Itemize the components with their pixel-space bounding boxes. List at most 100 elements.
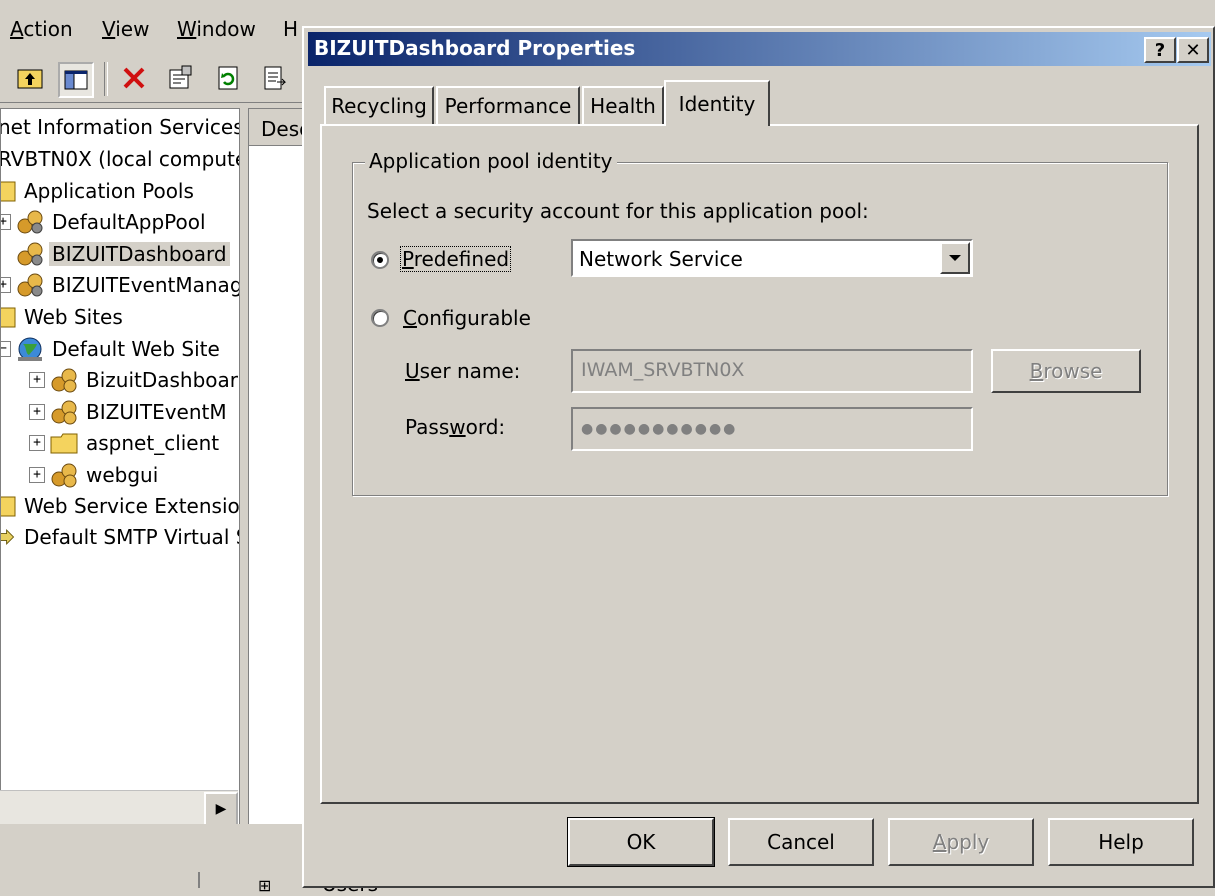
column-header[interactable]: Desc: [249, 109, 309, 146]
groupbox-title: Application pool identity: [365, 149, 617, 173]
configurable-label[interactable]: Configurable: [403, 306, 531, 330]
tree-label: BIZUITEventM: [86, 400, 227, 424]
expand-icon[interactable]: +: [29, 372, 45, 388]
tab-identity[interactable]: Identity: [664, 80, 770, 126]
refresh-icon[interactable]: [212, 62, 244, 94]
folder-icon: [50, 433, 78, 454]
tree-label: Default SMTP Virtual Se: [24, 525, 240, 549]
tree-item-default-web-site[interactable]: − Default Web Site: [1, 334, 223, 364]
collapse-icon[interactable]: −: [1, 341, 11, 357]
menu-action[interactable]: Action: [10, 17, 73, 41]
tree-label: BIZUITEventManag: [52, 273, 240, 297]
username-value: IWAM_SRVBTN0X: [581, 359, 745, 381]
app-pool-icon: [17, 273, 43, 297]
expand-icon[interactable]: +: [1, 214, 11, 230]
tree-item-aspnet-client[interactable]: + aspnet_client: [29, 428, 222, 458]
tree-item-web-sites[interactable]: Web Sites: [1, 302, 126, 332]
app-pool-icon: [17, 242, 43, 266]
username-field[interactable]: IWAM_SRVBTN0X: [571, 349, 973, 393]
globe-icon: [18, 337, 42, 361]
expand-icon[interactable]: +: [29, 435, 45, 451]
dialog-titlebar[interactable]: BIZUITDashboard Properties ? ✕: [308, 32, 1211, 66]
up-folder-icon[interactable]: [14, 62, 46, 94]
tree-label: Default Web Site: [52, 337, 220, 361]
username-label: User name:: [405, 359, 521, 383]
tree-label: DefaultAppPool: [52, 210, 206, 234]
delete-icon[interactable]: [118, 62, 150, 94]
predefined-account-value: Network Service: [579, 247, 743, 271]
properties-icon[interactable]: [164, 62, 196, 94]
scroll-right-arrow-icon[interactable]: ▶: [204, 792, 238, 826]
tree-label: BizuitDashboar: [86, 368, 239, 392]
tree-item-bizuit-dashboard[interactable]: BIZUITDashboard: [15, 239, 230, 269]
tree-label: net Information Services: [0, 115, 240, 139]
tree-label: Web Service Extension: [24, 494, 240, 518]
horizontal-scrollbar[interactable]: [0, 790, 238, 825]
menu-help[interactable]: H: [283, 17, 298, 41]
tree-item-bizuit-dashboard-site[interactable]: + BizuitDashboar: [29, 365, 239, 395]
tree-item-webgui[interactable]: + webgui: [29, 460, 161, 490]
tree-label: webgui: [86, 463, 159, 487]
browse-button[interactable]: Browse: [991, 349, 1141, 393]
partial-expander-icon: ⊞: [258, 876, 272, 895]
tree-pane: net Information Services RVBTN0X (local …: [0, 108, 240, 826]
tree-item-smtp[interactable]: Default SMTP Virtual Se: [1, 522, 240, 552]
properties-dialog: BIZUITDashboard Properties ? ✕ Recycling…: [302, 26, 1215, 888]
tree-label: Web Sites: [24, 305, 123, 329]
dialog-title: BIZUITDashboard Properties: [314, 36, 636, 60]
chevron-down-icon[interactable]: [940, 242, 970, 274]
tree-label: aspnet_client: [86, 431, 220, 455]
tab-health[interactable]: Health: [582, 86, 664, 124]
help-question-icon[interactable]: ?: [1144, 37, 1176, 63]
tree-item-app-pools[interactable]: Application Pools: [1, 176, 197, 206]
smtp-icon: [1, 529, 15, 545]
configurable-radio[interactable]: [371, 309, 389, 327]
tree-label: BIZUITDashboard: [49, 242, 230, 266]
app-pool-icon: [17, 210, 43, 234]
tree-item-default-app-pool[interactable]: + DefaultAppPool: [1, 207, 209, 237]
web-app-icon: [51, 463, 77, 488]
tab-recycling[interactable]: Recycling: [324, 86, 434, 124]
tab-panel-identity: Application pool identity Select a secur…: [320, 124, 1199, 804]
tree-item-web-service-ext[interactable]: Web Service Extension: [1, 491, 240, 521]
predefined-account-select[interactable]: Network Service: [571, 239, 973, 277]
predefined-label[interactable]: Predefined: [399, 246, 512, 272]
tree-label: RVBTN0X (local computer): [0, 147, 240, 171]
close-icon[interactable]: ✕: [1177, 37, 1209, 63]
menu-view[interactable]: View: [102, 17, 149, 41]
password-label: Password:: [405, 415, 506, 439]
apply-button[interactable]: Apply: [888, 818, 1034, 866]
password-field[interactable]: ●●●●●●●●●●●: [571, 407, 973, 451]
list-pane: Desc: [248, 108, 310, 826]
radio-dot: [377, 257, 383, 263]
folder-icon: [1, 307, 16, 328]
cancel-button[interactable]: Cancel: [728, 818, 874, 866]
folder-icon: [1, 181, 16, 202]
identity-groupbox: Application pool identity Select a secur…: [352, 149, 1168, 496]
predefined-radio[interactable]: [371, 251, 389, 269]
tab-performance[interactable]: Performance: [436, 86, 580, 124]
tree-item-bizuit-event[interactable]: + BIZUITEventManag: [1, 270, 240, 300]
show-hide-tree-icon[interactable]: [58, 62, 94, 98]
divider: [198, 872, 202, 888]
folder-icon: [1, 496, 16, 517]
export-list-icon[interactable]: [258, 62, 290, 94]
expand-icon[interactable]: +: [1, 277, 11, 293]
password-value: ●●●●●●●●●●●: [581, 421, 738, 437]
web-app-icon: [51, 400, 77, 425]
ok-button[interactable]: OK: [567, 817, 715, 867]
browse-label-rest: rowse: [1043, 359, 1103, 383]
predefined-label-rest: redefined: [413, 247, 510, 271]
expand-icon[interactable]: +: [29, 467, 45, 483]
tree-item-iis[interactable]: net Information Services: [0, 112, 240, 142]
menu-window[interactable]: Window: [177, 17, 256, 41]
instruction-text: Select a security account for this appli…: [367, 199, 869, 223]
tree-item-computer[interactable]: RVBTN0X (local computer): [0, 144, 240, 174]
expand-icon[interactable]: +: [29, 404, 45, 420]
apply-label-rest: pply: [946, 830, 990, 854]
menu-action-rest: ction: [23, 17, 73, 41]
help-button[interactable]: Help: [1048, 818, 1194, 866]
toolbar-separator: [104, 62, 108, 96]
tree-item-bizuit-event-site[interactable]: + BIZUITEventM: [29, 397, 230, 427]
web-app-icon: [51, 368, 77, 393]
